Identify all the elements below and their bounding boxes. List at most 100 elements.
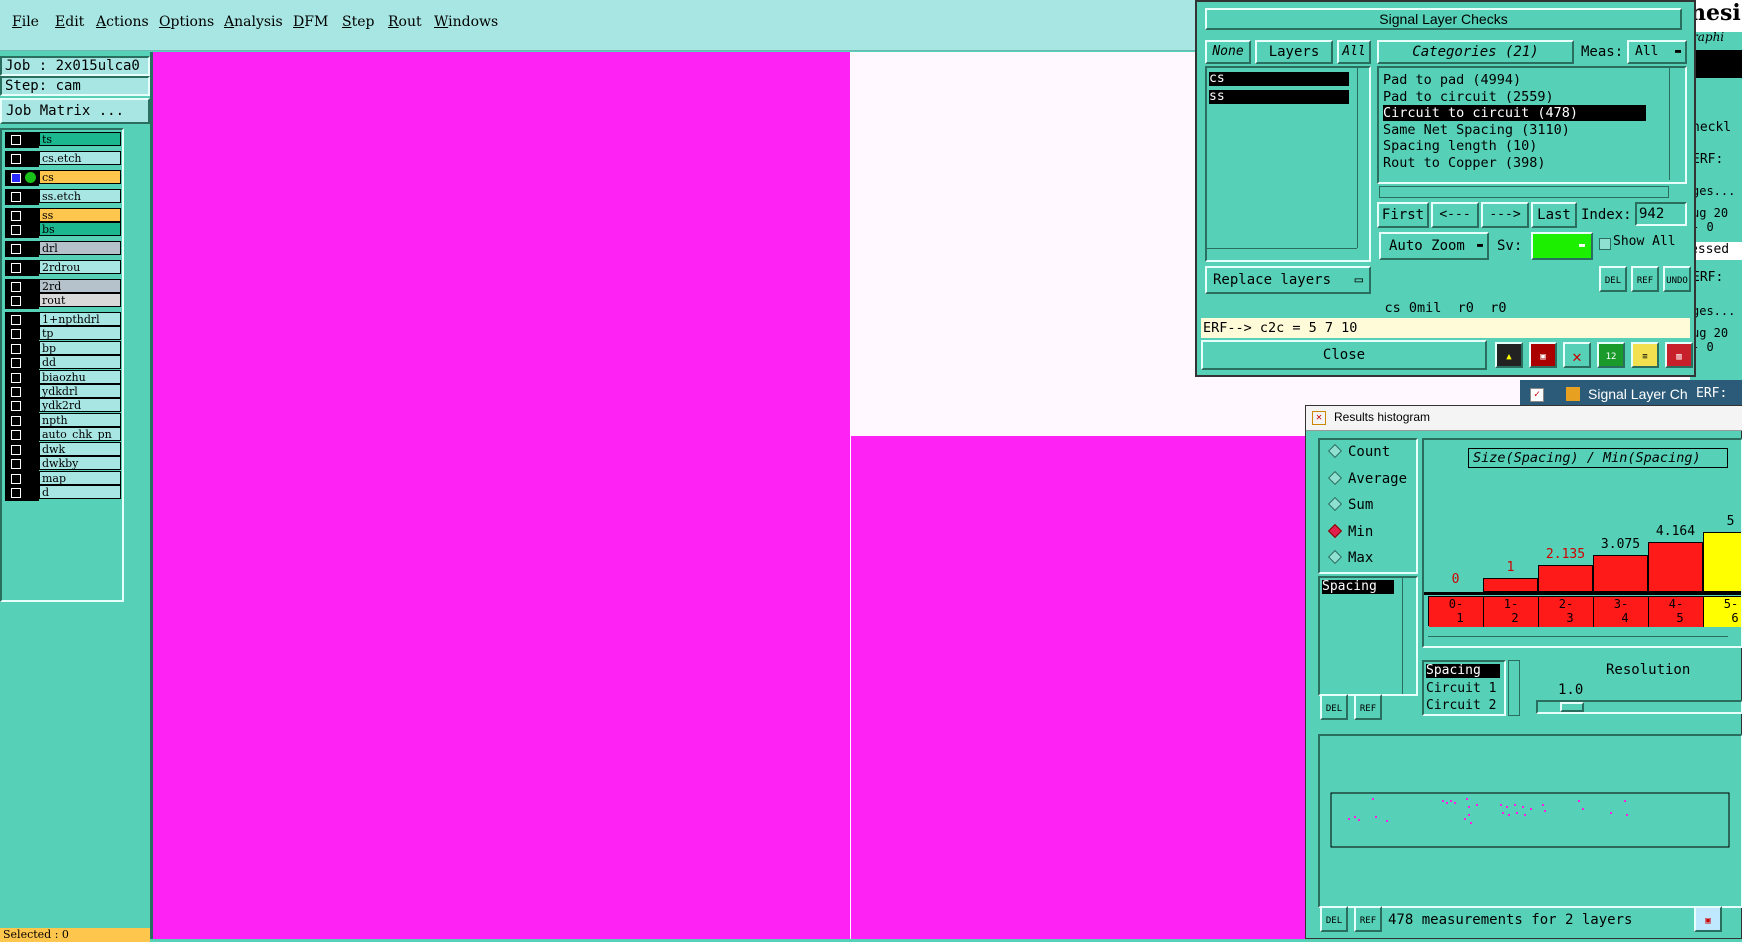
layer-row-cs[interactable]: cs: [5, 170, 123, 186]
category-item[interactable]: Pad to pad (4994): [1383, 72, 1521, 88]
measure-item[interactable]: Circuit 2: [1426, 698, 1496, 713]
layer-checkbox[interactable]: [11, 225, 21, 235]
histogram-bar[interactable]: [1593, 555, 1648, 592]
layer-checkbox[interactable]: [11, 401, 21, 411]
auto-zoom-dropdown[interactable]: Auto Zoom ▬: [1379, 232, 1489, 260]
ref-button[interactable]: REF: [1631, 266, 1659, 292]
taskbar-item-label[interactable]: Signal Layer Ch: [1588, 386, 1688, 402]
last-button[interactable]: Last: [1531, 202, 1577, 228]
report-icon[interactable]: ≡: [1631, 342, 1659, 368]
del-button[interactable]: DEL: [1599, 266, 1627, 292]
show-all-checkbox[interactable]: [1599, 238, 1611, 250]
ref-button[interactable]: REF: [1354, 906, 1382, 932]
layer-row-ss-etch[interactable]: ss.etch: [5, 189, 123, 205]
layer-checkbox[interactable]: [11, 154, 21, 164]
layer-list-item[interactable]: cs: [1209, 72, 1349, 86]
menu-dfm[interactable]: DFM: [293, 14, 328, 30]
mode-radio-count[interactable]: Count: [1327, 443, 1390, 460]
category-item[interactable]: Rout to Copper (398): [1383, 155, 1546, 171]
layer-checkbox[interactable]: [11, 430, 21, 440]
chart-hscrollbar[interactable]: [1428, 636, 1728, 646]
layer-checkbox[interactable]: [11, 211, 21, 221]
layer-row-2rdrou[interactable]: 2rdrou: [5, 260, 123, 276]
layer-row-drl[interactable]: drl: [5, 241, 123, 257]
inspect-icon[interactable]: ▲: [1495, 342, 1523, 368]
counter-icon[interactable]: 12: [1597, 342, 1625, 368]
layer-row-rout[interactable]: rout: [5, 293, 123, 309]
layer-checkbox[interactable]: [11, 344, 21, 354]
layer-list-scrollbar[interactable]: [1357, 68, 1368, 248]
layer-checkbox[interactable]: [11, 192, 21, 202]
none-button[interactable]: None: [1205, 40, 1251, 64]
undo-button[interactable]: UNDO: [1663, 266, 1691, 292]
sv-color-dropdown[interactable]: ▬: [1531, 232, 1593, 260]
category-item[interactable]: Circuit to circuit (478): [1383, 105, 1646, 121]
layer-listbox[interactable]: cs ss: [1205, 66, 1371, 262]
layer-checkbox[interactable]: [11, 416, 21, 426]
histogram-bar[interactable]: [1648, 542, 1703, 592]
layer-row-bs[interactable]: bs: [5, 222, 123, 238]
layer-checkbox[interactable]: [11, 445, 21, 455]
histogram-bar[interactable]: [1483, 578, 1538, 592]
layer-list-item[interactable]: ss: [1209, 90, 1349, 104]
layer-checkbox[interactable]: [11, 282, 21, 292]
layer-checkbox[interactable]: [11, 135, 21, 145]
menu-actions[interactable]: Actions: [96, 14, 149, 30]
measure-table[interactable]: Spacing Circuit 1 Circuit 2: [1422, 660, 1506, 716]
layer-list-hscrollbar[interactable]: [1207, 248, 1357, 259]
close-button[interactable]: Close: [1201, 340, 1487, 370]
layer-checkbox[interactable]: [11, 296, 21, 306]
menu-analysis[interactable]: Analysis: [224, 14, 283, 30]
layer-row-dwkby[interactable]: dwkby: [5, 456, 123, 472]
layer-checkbox[interactable]: [11, 315, 21, 325]
layer-row-auto-chk-pn[interactable]: auto_chk_pn: [5, 427, 123, 443]
histogram-bar[interactable]: [1703, 532, 1741, 592]
all-button[interactable]: All: [1337, 40, 1371, 64]
measure-item[interactable]: Spacing: [1426, 664, 1500, 678]
layer-row-d[interactable]: d: [5, 485, 123, 501]
mode-radio-sum[interactable]: Sum: [1327, 496, 1373, 513]
replace-layers-dropdown[interactable]: Replace layers ▭: [1205, 266, 1371, 294]
meas-dropdown[interactable]: All ▬: [1627, 40, 1687, 64]
zoom-fit-icon[interactable]: ▣: [1694, 906, 1722, 932]
highlight-icon[interactable]: ▣: [1529, 342, 1557, 368]
layer-checkbox[interactable]: [11, 459, 21, 469]
measurement-location-map[interactable]: [1330, 792, 1730, 848]
layer-row-ts[interactable]: ts: [5, 132, 123, 148]
layer-row-tp[interactable]: tp: [5, 326, 123, 342]
layer-checkbox[interactable]: [11, 373, 21, 383]
category-item[interactable]: Same Net Spacing (3110): [1383, 122, 1570, 138]
mode-radio-average[interactable]: Average: [1327, 470, 1407, 487]
prev-button[interactable]: <---: [1431, 202, 1479, 228]
stat-list-scrollbar[interactable]: [1402, 578, 1415, 694]
layer-checkbox[interactable]: [11, 244, 21, 254]
first-button[interactable]: First: [1377, 202, 1429, 228]
layer-checkbox[interactable]: [11, 474, 21, 484]
menu-windows[interactable]: Windows: [434, 14, 498, 30]
resolution-scrollbar[interactable]: [1508, 660, 1520, 716]
del-button[interactable]: DEL: [1320, 694, 1348, 720]
stat-list-item[interactable]: Spacing: [1322, 580, 1394, 594]
job-matrix-button[interactable]: Job Matrix ...: [0, 98, 150, 124]
categories-scrollbar[interactable]: [1669, 68, 1684, 180]
menu-file[interactable]: File: [12, 14, 39, 30]
menu-step[interactable]: Step: [342, 14, 374, 30]
menu-options[interactable]: Options: [159, 14, 214, 30]
histogram-icon[interactable]: ▥: [1665, 342, 1693, 368]
measure-item[interactable]: Circuit 1: [1426, 681, 1496, 696]
layer-checkbox[interactable]: [11, 263, 21, 273]
index-input[interactable]: 942: [1635, 202, 1687, 226]
categories-listbox[interactable]: Pad to pad (4994) Pad to circuit (2559) Ci…: [1377, 66, 1687, 184]
layer-checkbox[interactable]: [11, 387, 21, 397]
layer-checkbox[interactable]: [11, 173, 21, 183]
del-button[interactable]: DEL: [1320, 906, 1348, 932]
erf-cross-icon[interactable]: ✕: [1563, 342, 1591, 368]
layer-checkbox[interactable]: [11, 488, 21, 498]
layer-row-ydk2rd[interactable]: ydk2rd: [5, 398, 123, 414]
layer-row-dd[interactable]: dd: [5, 355, 123, 371]
category-item[interactable]: Spacing length (10): [1383, 138, 1537, 154]
menu-edit[interactable]: Edit: [55, 14, 84, 30]
mode-radio-max[interactable]: Max: [1327, 549, 1373, 566]
resolution-slider[interactable]: [1536, 700, 1742, 714]
ref-button[interactable]: REF: [1354, 694, 1382, 720]
